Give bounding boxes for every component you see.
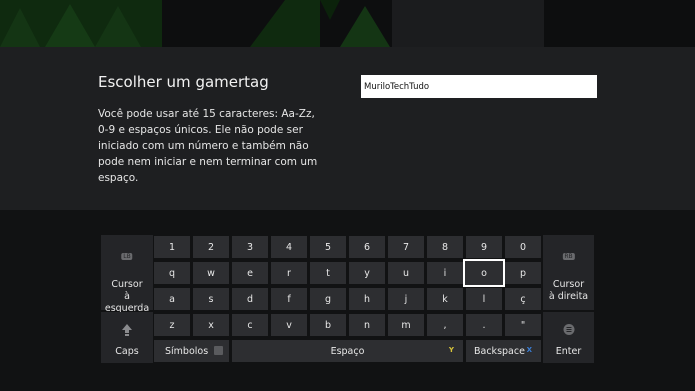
key-x[interactable]: x <box>193 314 229 336</box>
caps-arrow-icon <box>122 324 132 336</box>
rb-bumper-icon: RB <box>562 253 575 260</box>
key-z[interactable]: z <box>154 314 190 336</box>
on-screen-keyboard: LB Cursor à esquerda Caps 1 2 3 4 5 6 7 … <box>0 210 695 391</box>
key-2[interactable]: 2 <box>193 236 229 258</box>
key-v[interactable]: v <box>271 314 307 336</box>
dialog-title: Escolher um gamertag <box>98 73 269 91</box>
cursor-right-label-line1: Cursor <box>552 279 585 290</box>
key-6[interactable]: 6 <box>349 236 385 258</box>
key-c-cedilla[interactable]: ç <box>505 288 541 310</box>
key-4[interactable]: 4 <box>271 236 307 258</box>
space-label: Espaço <box>330 345 365 357</box>
lb-bumper-icon: LB <box>121 253 133 260</box>
key-0[interactable]: 0 <box>505 236 541 258</box>
background-top-bar <box>0 0 695 47</box>
key-u[interactable]: u <box>388 262 424 284</box>
key-p[interactable]: p <box>505 262 541 284</box>
key-a[interactable]: a <box>154 288 190 310</box>
enter-label: Enter <box>555 346 582 357</box>
gamertag-input[interactable] <box>361 75 597 98</box>
key-w[interactable]: w <box>193 262 229 284</box>
caps-button[interactable]: Caps <box>101 312 153 363</box>
dialog-description: Você pode usar até 15 caracteres: Aa-Zz,… <box>98 108 318 184</box>
key-o-selected[interactable]: o <box>463 259 505 287</box>
key-g[interactable]: g <box>310 288 346 310</box>
symbols-label: Símbolos <box>165 345 209 357</box>
key-comma[interactable]: , <box>427 314 463 336</box>
cursor-left-button[interactable]: LB Cursor à esquerda <box>101 235 153 314</box>
key-m[interactable]: m <box>388 314 424 336</box>
triangle-pattern <box>0 0 390 47</box>
key-9[interactable]: 9 <box>466 236 502 258</box>
y-button-icon: Y <box>448 346 454 354</box>
key-7[interactable]: 7 <box>388 236 424 258</box>
key-3[interactable]: 3 <box>232 236 268 258</box>
backspace-button[interactable]: Backspace X <box>466 340 541 362</box>
key-period[interactable]: . <box>466 314 502 336</box>
key-8[interactable]: 8 <box>427 236 463 258</box>
key-h[interactable]: h <box>349 288 385 310</box>
symbols-button[interactable]: Símbolos <box>154 340 229 362</box>
key-e[interactable]: e <box>232 262 268 284</box>
caps-label: Caps <box>115 346 139 357</box>
key-j[interactable]: j <box>388 288 424 310</box>
key-r[interactable]: r <box>271 262 307 284</box>
key-k[interactable]: k <box>427 288 463 310</box>
key-quote[interactable]: " <box>505 314 541 336</box>
key-i[interactable]: i <box>427 262 463 284</box>
key-f[interactable]: f <box>271 288 307 310</box>
cursor-right-label-line2: à direita <box>548 291 589 302</box>
backspace-label: Backspace <box>474 345 525 357</box>
view-button-icon <box>214 346 223 355</box>
key-q[interactable]: q <box>154 262 190 284</box>
cursor-right-button[interactable]: RB Cursor à direita <box>543 235 594 310</box>
key-c[interactable]: c <box>232 314 268 336</box>
key-1[interactable]: 1 <box>154 236 190 258</box>
tile-panel <box>392 0 544 47</box>
key-t[interactable]: t <box>310 262 346 284</box>
key-5[interactable]: 5 <box>310 236 346 258</box>
space-button[interactable]: Espaço Y <box>232 340 463 362</box>
key-l[interactable]: l <box>466 288 502 310</box>
key-s[interactable]: s <box>193 288 229 310</box>
key-y[interactable]: y <box>349 262 385 284</box>
key-b[interactable]: b <box>310 314 346 336</box>
x-button-icon: X <box>526 346 532 354</box>
menu-button-icon <box>563 324 574 335</box>
enter-button[interactable]: Enter <box>543 312 594 363</box>
key-d[interactable]: d <box>232 288 268 310</box>
key-n[interactable]: n <box>349 314 385 336</box>
cursor-left-label-line1: Cursor <box>111 279 143 290</box>
